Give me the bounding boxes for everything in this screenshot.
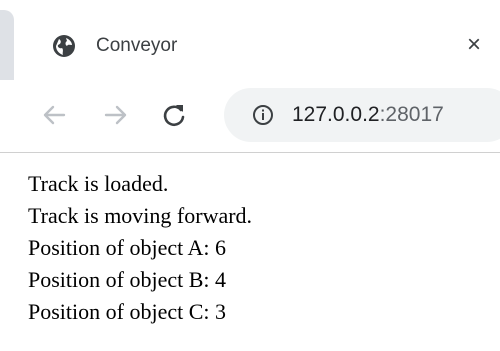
info-icon[interactable] (252, 104, 274, 126)
url-host: 127.0.0.2 (292, 103, 380, 126)
url-port: :28017 (379, 103, 444, 126)
url-text[interactable]: 127.0.0.2:28017 (292, 102, 444, 128)
status-line-moving: Track is moving forward. (28, 203, 253, 228)
position-line-c: Position of object C: 3 (28, 299, 226, 324)
forward-arrow-icon[interactable] (98, 97, 134, 133)
position-line-a: Position of object A: 6 (28, 235, 226, 260)
reload-icon[interactable] (156, 97, 192, 133)
page-content: Track is loaded. Track is moving forward… (28, 168, 488, 328)
globe-icon (53, 35, 75, 57)
position-line-b: Position of object B: 4 (28, 267, 226, 292)
status-line-loaded: Track is loaded. (28, 171, 169, 196)
address-bar[interactable]: 127.0.0.2:28017 (224, 88, 500, 142)
tab-strip-edge (0, 10, 14, 80)
back-arrow-icon[interactable] (36, 97, 72, 133)
browser-toolbar: 127.0.0.2:28017 (0, 80, 500, 153)
close-icon[interactable]: × (462, 33, 486, 57)
tab-strip: Conveyor × (0, 0, 500, 80)
tab-title: Conveyor (96, 35, 178, 56)
browser-tab[interactable] (14, 10, 500, 80)
